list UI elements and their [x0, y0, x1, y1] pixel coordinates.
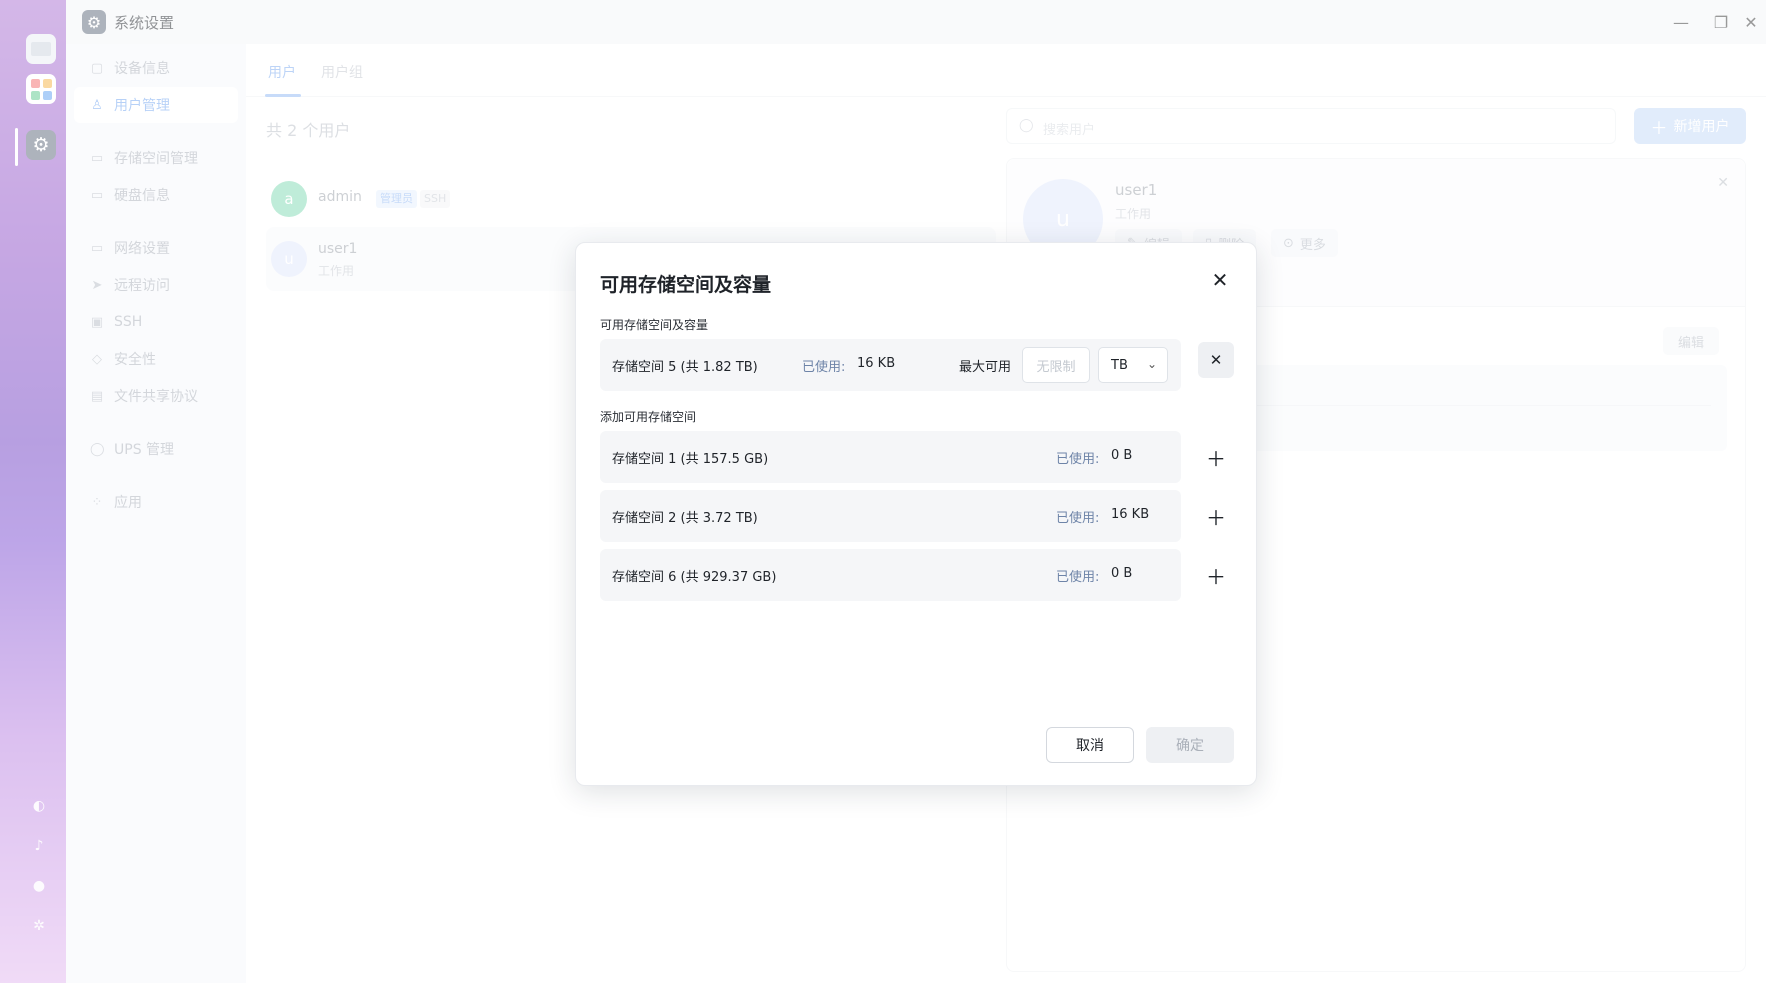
- storage-quota-dialog: 可用存储空间及容量 ✕ 可用存储空间及容量 存储空间 5 (共 1.82 TB)…: [575, 242, 1257, 786]
- storage-row-available: 存储空间 1 (共 157.5 GB) 已使用: 0 B: [600, 431, 1181, 483]
- remove-storage-button[interactable]: ✕: [1198, 342, 1234, 378]
- dialog-title: 可用存储空间及容量: [600, 274, 772, 296]
- add-storage-section-label: 添加可用存储空间: [600, 410, 697, 424]
- chevron-down-icon: ⌄: [1146, 357, 1157, 371]
- used-label: 已使用:: [1056, 570, 1100, 585]
- storage-name: 存储空间 5 (共 1.82 TB): [612, 360, 758, 375]
- storage-name: 存储空间 6 (共 929.37 GB): [612, 570, 777, 585]
- quota-limit-input[interactable]: 无限制: [1022, 347, 1090, 383]
- used-value: 16 KB: [857, 356, 896, 371]
- storage-row-current: 存储空间 5 (共 1.82 TB) 已使用: 16 KB 最大可用 无限制 T…: [600, 339, 1181, 391]
- add-storage-button[interactable]: ＋: [1198, 498, 1234, 534]
- confirm-button[interactable]: 确定: [1146, 727, 1234, 763]
- storage-row-available: 存储空间 2 (共 3.72 TB) 已使用: 16 KB: [600, 490, 1181, 542]
- used-value: 0 B: [1111, 566, 1133, 581]
- used-value: 16 KB: [1111, 507, 1150, 522]
- current-storage-section-label: 可用存储空间及容量: [600, 318, 709, 332]
- used-value: 0 B: [1111, 448, 1133, 463]
- cancel-button[interactable]: 取消: [1046, 727, 1134, 763]
- add-storage-button[interactable]: ＋: [1198, 439, 1234, 475]
- used-label: 已使用:: [1056, 511, 1100, 526]
- storage-row-available: 存储空间 6 (共 929.37 GB) 已使用: 0 B: [600, 549, 1181, 601]
- used-label: 已使用:: [1056, 452, 1100, 467]
- used-label: 已使用:: [802, 360, 846, 375]
- max-available-label: 最大可用: [959, 360, 1012, 375]
- close-icon[interactable]: ✕: [1208, 268, 1232, 292]
- unit-select[interactable]: TB ⌄: [1098, 347, 1168, 383]
- storage-name: 存储空间 2 (共 3.72 TB): [612, 511, 758, 526]
- unit-value: TB: [1111, 358, 1128, 373]
- add-storage-button[interactable]: ＋: [1198, 557, 1234, 593]
- storage-name: 存储空间 1 (共 157.5 GB): [612, 452, 769, 467]
